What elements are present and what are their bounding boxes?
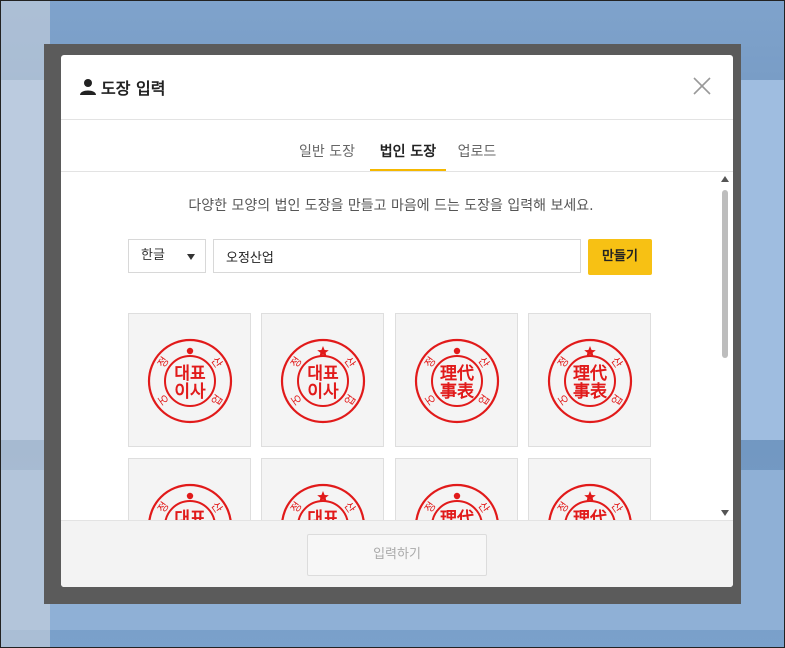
language-select-value: 한글 xyxy=(141,248,165,263)
submit-button[interactable]: 입력하기 xyxy=(307,534,487,576)
seal-center-line2: 事表 xyxy=(573,381,608,402)
language-select[interactable]: 한글 xyxy=(128,239,206,273)
stamp-option[interactable]: 오정산업理代事表 xyxy=(395,313,518,447)
corporate-seal-icon: 오정산업대표이사 xyxy=(281,483,365,520)
stamp-option[interactable]: 오정산업대표이사 xyxy=(128,458,251,520)
seal-center-line1: 理代 xyxy=(440,363,474,384)
close-icon[interactable] xyxy=(691,75,713,97)
corporate-seal-icon: 오정산업理代事表 xyxy=(414,338,500,424)
seal-dot-mark xyxy=(186,347,194,355)
corporate-seal-icon: 오정산업대표이사 xyxy=(147,338,233,424)
seal-center-line1: 대표 xyxy=(307,509,339,520)
stamp-option[interactable]: 오정산업理代事表 xyxy=(528,313,651,447)
stamp-option[interactable]: 오정산업대표이사 xyxy=(261,458,384,520)
stamp-option[interactable]: 오정산업대표이사 xyxy=(128,313,251,447)
corporate-seal-icon: 오정산업理代事表 xyxy=(548,483,632,520)
seal-center-line2: 이사 xyxy=(307,382,339,402)
modal-header: 도장 입력 xyxy=(61,55,733,120)
tab-upload[interactable]: 업로드 xyxy=(451,141,503,171)
stamp-option[interactable]: 오정산업理代事表 xyxy=(528,458,651,520)
seal-dot-mark xyxy=(453,492,461,500)
corporate-seal-icon: 오정산업대표이사 xyxy=(280,338,366,424)
make-stamp-button[interactable]: 만들기 xyxy=(588,239,652,275)
seal-center-line1: 理代 xyxy=(573,508,607,520)
scroll-up-arrow-icon[interactable] xyxy=(721,176,729,182)
scrollbar[interactable] xyxy=(717,172,733,520)
modal-title-group: 도장 입력 xyxy=(79,75,165,99)
tab-corporate-stamp[interactable]: 법인 도장 xyxy=(370,141,446,171)
seal-center-line1: 理代 xyxy=(573,363,607,384)
seal-center-line1: 대표 xyxy=(174,509,206,520)
tab-general-stamp[interactable]: 일반 도장 xyxy=(297,141,357,171)
seal-center-line1: 대표 xyxy=(307,364,339,384)
seal-center-line1: 理代 xyxy=(440,508,474,520)
seal-center-line2: 事表 xyxy=(440,381,475,402)
scroll-down-arrow-icon[interactable] xyxy=(721,510,729,516)
instruction-text: 다양한 모양의 법인 도장을 만들고 마음에 드는 도장을 입력해 보세요. xyxy=(188,198,594,214)
company-name-input[interactable] xyxy=(213,239,581,273)
corporate-seal-icon: 오정산업대표이사 xyxy=(148,483,232,520)
modal-footer: 입력하기 xyxy=(61,520,733,587)
seal-center-line2: 이사 xyxy=(174,382,206,402)
corporate-seal-icon: 오정산업理代事表 xyxy=(547,338,633,424)
caret-down-icon xyxy=(187,254,195,260)
stamp-input-modal: 도장 입력 일반 도장 법인 도장 업로드 다양한 모양의 법인 도장을 만들고… xyxy=(61,55,733,587)
seal-center-line1: 대표 xyxy=(174,364,206,384)
seal-dot-mark xyxy=(453,347,461,355)
stamp-option[interactable]: 오정산업대표이사 xyxy=(261,313,384,447)
modal-body: 다양한 모양의 법인 도장을 만들고 마음에 드는 도장을 입력해 보세요. 한… xyxy=(61,172,733,520)
modal-title: 도장 입력 xyxy=(101,79,166,98)
seal-dot-mark xyxy=(186,492,194,500)
backdrop-left-strip xyxy=(0,0,50,648)
person-icon xyxy=(80,79,96,95)
corporate-seal-icon: 오정산업理代事表 xyxy=(415,483,499,520)
stamp-option[interactable]: 오정산업理代事表 xyxy=(395,458,518,520)
scroll-thumb[interactable] xyxy=(722,190,728,358)
stamp-tabs: 일반 도장 법인 도장 업로드 xyxy=(61,119,733,172)
